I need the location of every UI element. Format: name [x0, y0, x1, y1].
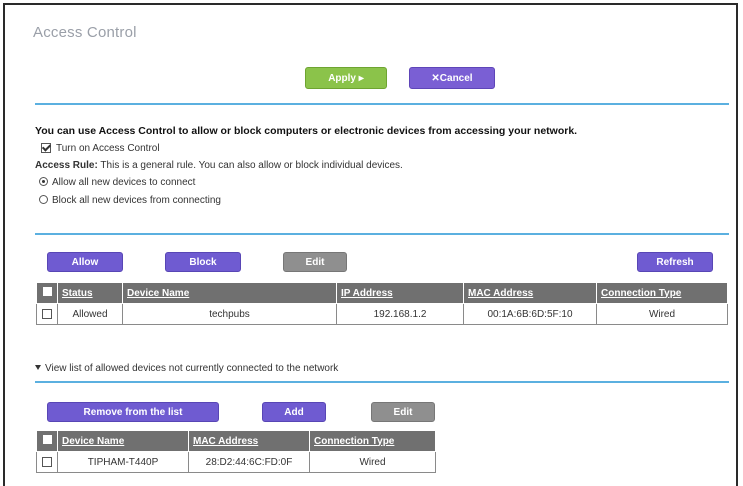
- device-name-cell: techpubs: [122, 303, 337, 325]
- connection-type-cell: Wired: [596, 303, 728, 325]
- access-rule: Access Rule: This is a general rule. You…: [35, 160, 403, 171]
- triangle-down-icon: [35, 365, 41, 370]
- table-row: Allowed techpubs 192.168.1.2 00:1A:6B:6D…: [36, 303, 728, 325]
- allowed-devices-toggle-label: View list of allowed devices not current…: [45, 363, 339, 374]
- status-cell: Allowed: [57, 303, 123, 325]
- allowed-col-connection-type[interactable]: Connection Type: [309, 430, 436, 452]
- divider: [35, 103, 729, 105]
- allow-button[interactable]: Allow: [47, 252, 123, 272]
- edit-button[interactable]: Edit: [283, 252, 347, 272]
- refresh-button[interactable]: Refresh: [637, 252, 713, 272]
- access-control-toggle[interactable]: Turn on Access Control: [41, 143, 160, 154]
- row-select-cell[interactable]: [36, 303, 58, 325]
- ip-address-cell: 192.168.1.2: [336, 303, 464, 325]
- allowed-row-checkbox[interactable]: [42, 456, 52, 467]
- divider: [35, 381, 729, 383]
- col-status[interactable]: Status: [57, 282, 123, 304]
- select-all-checkbox[interactable]: [42, 287, 52, 296]
- select-all-cell[interactable]: [36, 282, 58, 304]
- allowed-select-all-checkbox[interactable]: [42, 435, 52, 444]
- allowed-device-name-cell: TIPHAM-T440P: [57, 451, 189, 473]
- allowed-connection-type-cell: Wired: [309, 451, 436, 473]
- allowed-col-mac-address[interactable]: MAC Address: [188, 430, 310, 452]
- radio-block-all-button[interactable]: [39, 195, 48, 204]
- allowed-devices-toggle[interactable]: View list of allowed devices not current…: [35, 363, 338, 374]
- radio-allow-all-button[interactable]: [39, 177, 48, 186]
- access-control-checkbox-label: Turn on Access Control: [56, 143, 160, 154]
- device-table: Status Device Name IP Address MAC Addres…: [36, 282, 728, 325]
- page-title: Access Control: [33, 24, 137, 41]
- allowed-devices-table: Device Name MAC Address Connection Type …: [36, 430, 436, 473]
- table-row: TIPHAM-T440P 28:D2:44:6C:FD:0F Wired: [36, 451, 436, 473]
- allowed-select-all-cell[interactable]: [36, 430, 58, 452]
- block-button[interactable]: Block: [165, 252, 241, 272]
- radio-allow-all[interactable]: Allow all new devices to connect: [39, 177, 195, 188]
- divider: [35, 233, 729, 235]
- allowed-col-device-name[interactable]: Device Name: [57, 430, 189, 452]
- intro-text: You can use Access Control to allow or b…: [35, 125, 578, 137]
- mac-address-cell: 00:1A:6B:6D:5F:10: [463, 303, 597, 325]
- col-ip-address[interactable]: IP Address: [336, 282, 464, 304]
- access-control-panel: Access Control Apply ▸ ✕Cancel You can u…: [3, 3, 738, 486]
- remove-from-list-button[interactable]: Remove from the list: [47, 402, 219, 422]
- access-rule-description: This is a general rule. You can also all…: [100, 160, 403, 171]
- device-table-header: Status Device Name IP Address MAC Addres…: [36, 282, 728, 304]
- allowed-mac-address-cell: 28:D2:44:6C:FD:0F: [188, 451, 310, 473]
- col-connection-type[interactable]: Connection Type: [596, 282, 728, 304]
- edit-allowed-button[interactable]: Edit: [371, 402, 435, 422]
- radio-block-all-label: Block all new devices from connecting: [52, 195, 221, 206]
- col-device-name[interactable]: Device Name: [122, 282, 337, 304]
- row-checkbox[interactable]: [42, 308, 52, 319]
- add-button[interactable]: Add: [262, 402, 326, 422]
- allowed-row-select-cell[interactable]: [36, 451, 58, 473]
- cancel-button[interactable]: ✕Cancel: [409, 67, 495, 89]
- radio-allow-all-label: Allow all new devices to connect: [52, 177, 196, 188]
- access-control-checkbox[interactable]: [41, 143, 51, 153]
- col-mac-address[interactable]: MAC Address: [463, 282, 597, 304]
- allowed-table-header: Device Name MAC Address Connection Type: [36, 430, 436, 452]
- access-rule-heading: Access Rule:: [35, 160, 98, 171]
- radio-block-all[interactable]: Block all new devices from connecting: [39, 195, 221, 206]
- apply-button[interactable]: Apply ▸: [305, 67, 387, 89]
